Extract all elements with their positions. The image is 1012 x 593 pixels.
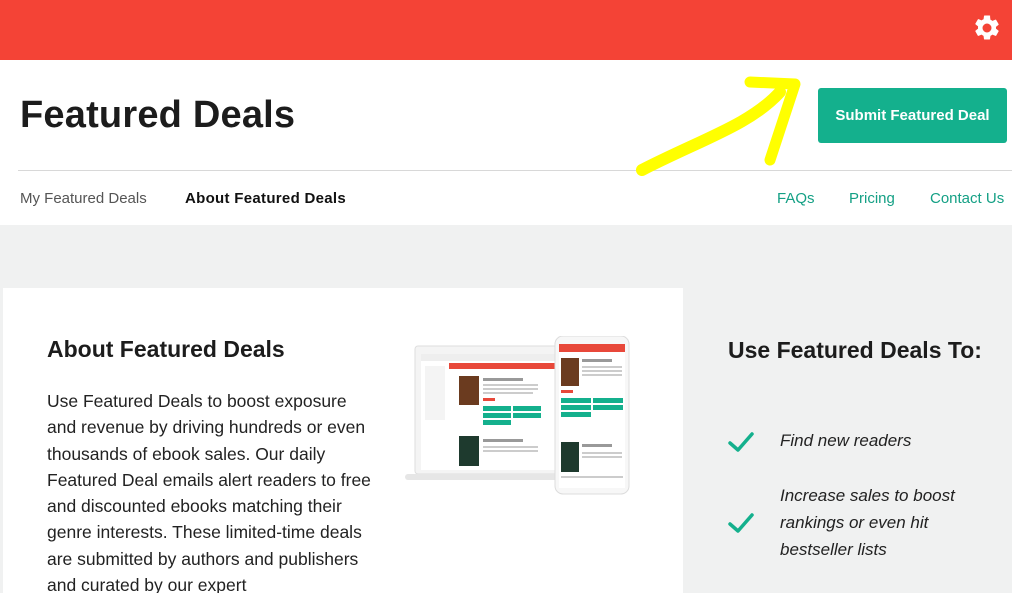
about-card: About Featured Deals Use Featured Deals … xyxy=(3,288,683,593)
about-body-text: Use Featured Deals to boost exposure and… xyxy=(47,391,371,593)
benefits-heading: Use Featured Deals To: xyxy=(728,337,982,363)
gear-icon[interactable] xyxy=(972,13,1002,43)
featured-deal-preview-image xyxy=(405,336,630,495)
nav-link-contact-us[interactable]: Contact Us xyxy=(930,190,1004,207)
about-heading: About Featured Deals xyxy=(47,336,285,362)
tab-about-featured-deals[interactable]: About Featured Deals xyxy=(185,190,346,207)
page-title: Featured Deals xyxy=(20,94,296,136)
tab-my-featured-deals[interactable]: My Featured Deals xyxy=(20,190,147,207)
page-header: Featured Deals Submit Featured Deal My F… xyxy=(0,60,1012,225)
annotation-arrow xyxy=(636,76,801,176)
checkmark-icon xyxy=(728,432,754,452)
benefit-item: Increase sales to boost rankings or even… xyxy=(780,486,955,559)
nav-link-faqs[interactable]: FAQs xyxy=(777,190,815,207)
checkmark-icon xyxy=(728,513,754,533)
benefits-sidebar: Use Featured Deals To: Find new readers … xyxy=(683,288,1012,593)
top-bar xyxy=(0,0,1012,60)
submit-featured-deal-button[interactable]: Submit Featured Deal xyxy=(818,88,1007,143)
header-divider xyxy=(18,170,1012,171)
benefit-item: Find new readers xyxy=(780,431,912,450)
nav-link-pricing[interactable]: Pricing xyxy=(849,190,895,207)
